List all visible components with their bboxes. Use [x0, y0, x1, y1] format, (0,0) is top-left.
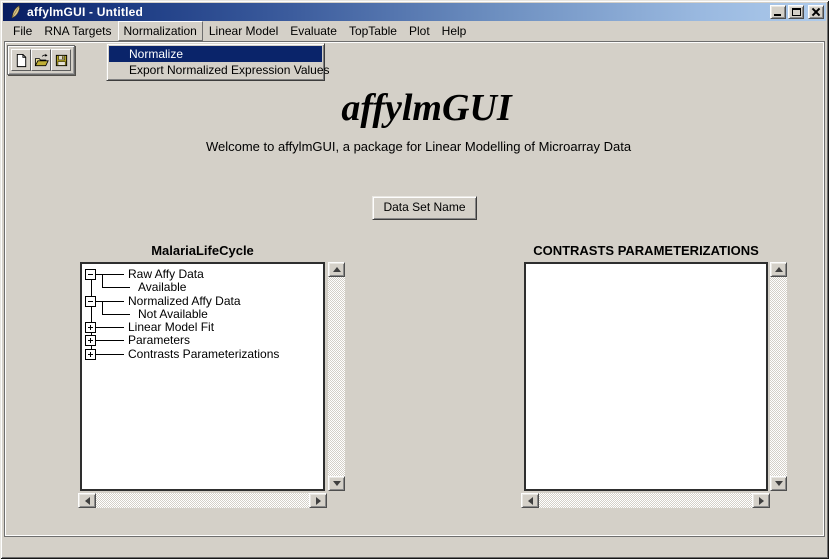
minimize-icon: [774, 14, 781, 16]
tree-item[interactable]: Raw Affy Data: [82, 268, 323, 281]
tree-item-label: Not Available: [138, 308, 208, 321]
minimize-button[interactable]: [770, 5, 786, 19]
toolbar: [7, 45, 75, 75]
right-vertical-scrollbar[interactable]: [770, 262, 787, 491]
menu-toptable[interactable]: TopTable: [343, 21, 403, 41]
maximize-icon: [792, 8, 801, 16]
scrollbar-trough[interactable]: [770, 277, 787, 476]
scroll-left-button[interactable]: [78, 493, 96, 508]
arrow-right-icon: [759, 497, 768, 505]
tree-item-label: Contrasts Parameterizations: [128, 348, 279, 361]
menu-bar: File RNA Targets Normalization Linear Mo…: [3, 21, 826, 41]
tree-item[interactable]: Available: [82, 281, 323, 294]
menu-item-normalize[interactable]: Normalize: [109, 46, 322, 62]
contrasts-listbox[interactable]: [524, 262, 768, 491]
arrow-left-icon: [81, 497, 90, 505]
menu-help[interactable]: Help: [436, 21, 473, 41]
tree-item-label: Parameters: [128, 334, 190, 347]
left-vertical-scrollbar[interactable]: [328, 262, 345, 491]
tree-item-label: Linear Model Fit: [128, 321, 214, 334]
save-file-button[interactable]: [51, 49, 71, 71]
save-file-icon: [54, 53, 69, 68]
tree-item-label: Available: [138, 281, 186, 294]
tree-item[interactable]: Linear Model Fit: [82, 321, 323, 334]
left-horizontal-scrollbar[interactable]: [78, 493, 327, 508]
arrow-up-icon: [333, 263, 341, 272]
menu-evaluate[interactable]: Evaluate: [284, 21, 343, 41]
expand-icon[interactable]: [85, 349, 96, 360]
tree-line: [96, 340, 124, 341]
menu-item-export-normalized[interactable]: Export Normalized Expression Values: [109, 62, 322, 78]
window-title: affylmGUI - Untitled: [27, 4, 770, 20]
expand-icon[interactable]: [85, 322, 96, 333]
scroll-right-button[interactable]: [752, 493, 770, 508]
menu-plot[interactable]: Plot: [403, 21, 436, 41]
arrow-right-icon: [316, 497, 325, 505]
open-file-button[interactable]: [31, 49, 51, 71]
scroll-up-button[interactable]: [328, 262, 345, 277]
tree-item[interactable]: Parameters: [82, 334, 323, 347]
collapse-icon[interactable]: [85, 296, 96, 307]
arrow-up-icon: [775, 263, 783, 272]
scroll-down-button[interactable]: [328, 476, 345, 491]
new-file-button[interactable]: [11, 49, 31, 71]
title-bar[interactable]: affylmGUI - Untitled: [3, 3, 826, 21]
right-horizontal-scrollbar[interactable]: [521, 493, 770, 508]
welcome-text: Welcome to affylmGUI, a package for Line…: [8, 139, 829, 154]
tree-line: [96, 301, 124, 302]
new-file-icon: [14, 53, 29, 68]
tree-item[interactable]: Contrasts Parameterizations: [82, 348, 323, 361]
scroll-up-button[interactable]: [770, 262, 787, 277]
arrow-left-icon: [524, 497, 533, 505]
menu-file[interactable]: File: [7, 21, 38, 41]
tree-item-label: Normalized Affy Data: [128, 295, 241, 308]
scroll-left-button[interactable]: [521, 493, 539, 508]
menu-rna-targets[interactable]: RNA Targets: [38, 21, 117, 41]
app-heading: affylmGUI: [24, 86, 829, 130]
maximize-button[interactable]: [788, 5, 804, 19]
menu-linear-model[interactable]: Linear Model: [203, 21, 284, 41]
tree-line: [96, 327, 124, 328]
menu-normalization[interactable]: Normalization: [118, 21, 203, 41]
tree: Raw Affy DataAvailableNormalized Affy Da…: [82, 264, 323, 489]
scrollbar-trough[interactable]: [96, 493, 309, 508]
collapse-icon[interactable]: [85, 269, 96, 280]
open-file-icon: [34, 53, 49, 68]
scroll-right-button[interactable]: [309, 493, 327, 508]
normalization-dropdown-menu: Normalize Export Normalized Expression V…: [106, 43, 325, 81]
tree-line: [96, 354, 124, 355]
tree-item[interactable]: Normalized Affy Data: [82, 295, 323, 308]
tree-item[interactable]: Not Available: [82, 308, 323, 321]
data-set-name-button[interactable]: Data Set Name: [372, 196, 477, 220]
tree-line: [96, 274, 124, 275]
tree-line: [102, 314, 130, 315]
right-panel-title: CONTRASTS PARAMETERIZATIONS: [524, 243, 768, 258]
tree-line: [102, 287, 130, 288]
close-button[interactable]: [808, 5, 824, 19]
scroll-down-button[interactable]: [770, 476, 787, 491]
expand-icon[interactable]: [85, 335, 96, 346]
scrollbar-trough[interactable]: [539, 493, 752, 508]
tree-item-label: Raw Affy Data: [128, 268, 204, 281]
feather-icon: [8, 5, 23, 20]
arrow-down-icon: [333, 481, 341, 490]
left-panel-title: MalariaLifeCycle: [80, 243, 325, 258]
dataset-tree-listbox[interactable]: Raw Affy DataAvailableNormalized Affy Da…: [80, 262, 325, 491]
app-window: affylmGUI - Untitled File RNA Targets No…: [0, 0, 829, 559]
arrow-down-icon: [775, 481, 783, 490]
scrollbar-trough[interactable]: [328, 277, 345, 476]
